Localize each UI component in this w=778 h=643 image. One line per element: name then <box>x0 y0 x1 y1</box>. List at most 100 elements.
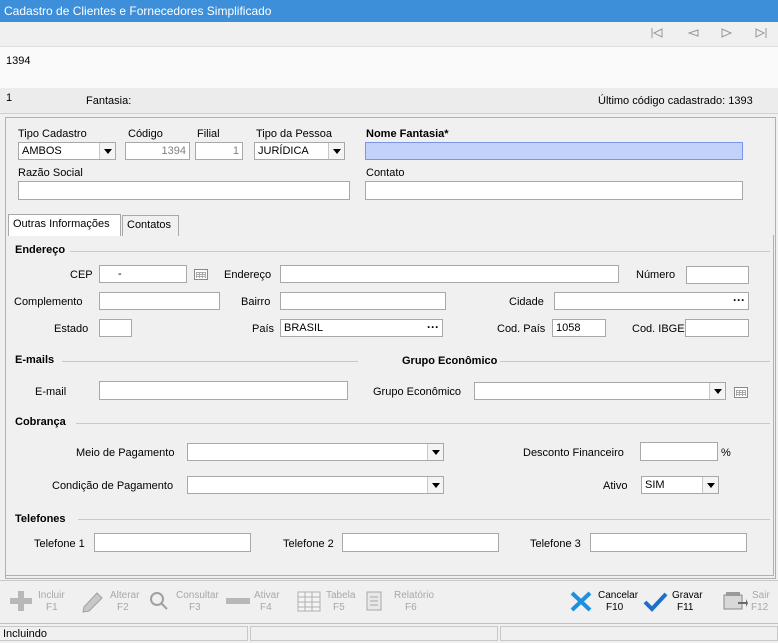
meio-pagamento-select[interactable] <box>187 443 444 461</box>
consultar-label: Consultar <box>176 590 219 601</box>
record-nav-bar <box>0 22 778 47</box>
filial-field[interactable]: 1 <box>195 142 243 160</box>
info-bar: 1 Fantasia: Último código cadastrado: 13… <box>0 88 778 114</box>
telefone2-field[interactable] <box>342 533 499 552</box>
prev-record-icon[interactable] <box>686 27 700 39</box>
fantasia-label: Fantasia: <box>86 95 132 107</box>
ativar-label: Ativar <box>254 590 280 601</box>
tipo-cadastro-select[interactable]: AMBOS <box>18 142 116 160</box>
complemento-field[interactable] <box>99 292 220 310</box>
desconto-field[interactable] <box>640 442 718 461</box>
next-record-icon[interactable] <box>720 27 734 39</box>
more-options-icon[interactable]: ··· <box>733 293 745 307</box>
chevron-down-icon <box>99 143 115 159</box>
telefone3-field[interactable] <box>590 533 747 552</box>
ativo-select[interactable]: SIM <box>641 476 719 494</box>
tab-outras-informacoes[interactable]: Outras Informações <box>8 214 121 236</box>
email-field[interactable] <box>99 381 348 400</box>
section-divider <box>76 423 770 424</box>
section-divider <box>78 519 770 520</box>
tipo-pessoa-select[interactable]: JURÍDICA <box>254 142 345 160</box>
plus-icon <box>8 589 34 613</box>
cep-field[interactable]: - <box>99 265 187 283</box>
telefone1-field[interactable] <box>94 533 251 552</box>
consultar-button[interactable]: Consultar F3 <box>146 581 219 623</box>
report-icon <box>364 589 390 613</box>
status-mode: Incluindo <box>0 626 248 641</box>
sair-button[interactable]: Sair F12 <box>722 581 776 623</box>
status-cell-2 <box>250 626 498 641</box>
calendar-grid-icon[interactable] <box>194 269 208 280</box>
relatorio-button[interactable]: Relatório F6 <box>364 581 434 623</box>
chevron-down-icon <box>427 444 443 460</box>
alterar-button[interactable]: Alterar F2 <box>80 581 142 623</box>
minus-icon <box>224 589 250 613</box>
grupo-economico-select[interactable] <box>474 382 726 400</box>
checkmark-icon <box>642 589 668 613</box>
cod-ibge-field[interactable] <box>685 319 749 337</box>
pais-field[interactable]: BRASIL ··· <box>280 319 443 337</box>
search-icon <box>146 589 172 613</box>
razao-social-field[interactable] <box>18 181 350 200</box>
close-icon <box>568 589 594 613</box>
razao-social-label: Razão Social <box>18 167 83 179</box>
sair-label: Sair <box>752 590 770 601</box>
endereco-label: Endereço <box>224 269 272 281</box>
last-code-label: Último código cadastrado: 1393 <box>598 95 753 107</box>
title-bar: Cadastro de Clientes e Fornecedores Simp… <box>0 0 778 22</box>
section-divider <box>70 251 770 252</box>
ativar-button[interactable]: Ativar F4 <box>224 581 286 623</box>
alterar-key: F2 <box>117 602 129 613</box>
nome-fantasia-label: Nome Fantasia* <box>366 128 449 140</box>
ativar-key: F4 <box>260 602 272 613</box>
tipo-pessoa-label: Tipo da Pessoa <box>256 128 333 140</box>
pais-value: BRASIL <box>284 322 324 334</box>
gravar-button[interactable]: Gravar F11 <box>642 581 710 623</box>
incluir-button[interactable]: Incluir F1 <box>8 581 70 623</box>
telefones-section-title: Telefones <box>15 513 66 525</box>
endereco-field[interactable] <box>280 265 619 283</box>
contato-label: Contato <box>366 167 405 179</box>
relatorio-key: F6 <box>405 602 417 613</box>
tabela-label: Tabela <box>326 590 356 601</box>
tipo-pessoa-value: JURÍDICA <box>258 145 309 157</box>
cod-pais-label: Cod. País <box>497 323 546 335</box>
relatorio-label: Relatório <box>394 590 435 601</box>
cidade-field[interactable]: ··· <box>554 292 749 310</box>
grupo-economico-label: Grupo Econômico <box>373 386 462 398</box>
telefone2-label: Telefone 2 <box>283 538 334 550</box>
estado-field[interactable] <box>99 319 132 337</box>
cidade-label: Cidade <box>509 296 544 308</box>
contato-field[interactable] <box>365 181 743 200</box>
window-title: Cadastro de Clientes e Fornecedores Simp… <box>4 4 272 18</box>
more-options-icon[interactable]: ··· <box>427 320 439 334</box>
tab-content-outras-informacoes <box>5 235 774 576</box>
tabela-button[interactable]: Tabela F5 <box>296 581 358 623</box>
first-record-icon[interactable] <box>650 27 664 39</box>
complemento-label: Complemento <box>14 296 83 308</box>
chevron-down-icon <box>709 383 725 399</box>
codigo-field[interactable]: 1394 <box>125 142 190 160</box>
telefone3-label: Telefone 3 <box>530 538 581 550</box>
numero-field[interactable] <box>686 266 749 284</box>
endereco-section-title: Endereço <box>15 244 66 256</box>
nome-fantasia-field[interactable] <box>365 142 743 160</box>
gravar-label: Gravar <box>672 590 703 601</box>
pencil-icon <box>80 589 106 613</box>
cep-label: CEP <box>70 269 93 281</box>
section-divider <box>500 361 770 362</box>
incluir-key: F1 <box>46 602 58 613</box>
cancelar-button[interactable]: Cancelar F10 <box>568 581 638 623</box>
numero-label: Número <box>636 269 676 281</box>
gravar-key: F11 <box>677 602 694 613</box>
cancelar-key: F10 <box>606 602 624 613</box>
last-record-icon[interactable] <box>754 27 768 39</box>
tab-contatos[interactable]: Contatos <box>122 215 179 236</box>
chevron-down-icon <box>427 477 443 493</box>
section-divider <box>62 361 358 362</box>
bairro-field[interactable] <box>280 292 446 310</box>
condicao-pagamento-select[interactable] <box>187 476 444 494</box>
cod-pais-field[interactable]: 1058 <box>552 319 606 337</box>
desconto-label: Desconto Financeiro <box>523 447 624 459</box>
table-grid-icon[interactable] <box>734 387 748 398</box>
